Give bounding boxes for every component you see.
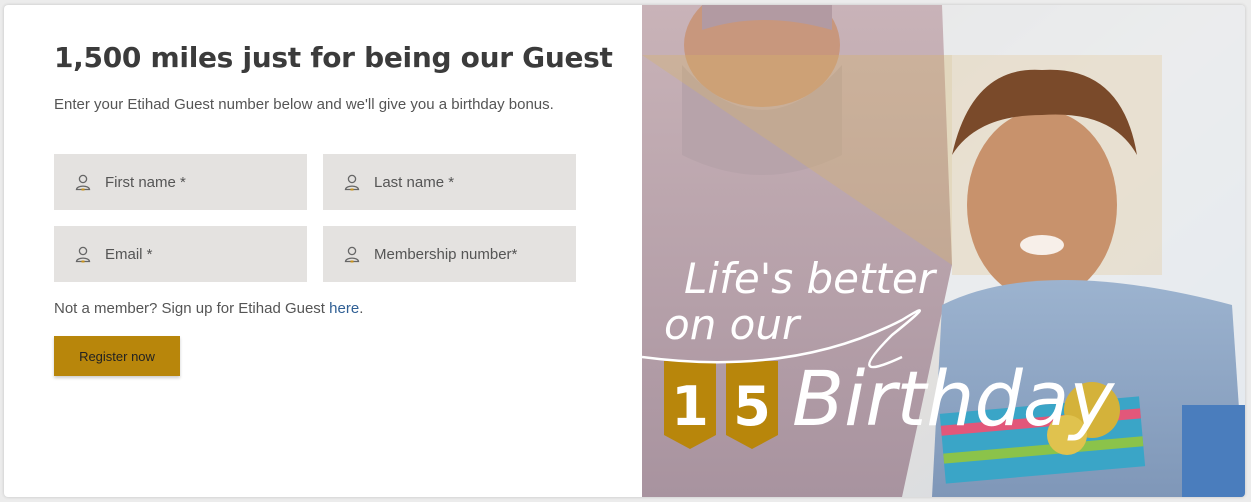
promo-subtitle: Enter your Etihad Guest number below and… xyxy=(54,96,554,113)
signup-prefix: Not a member? Sign up for Etihad Guest xyxy=(54,300,330,317)
slogan-line-2: on our xyxy=(664,300,802,349)
user-icon xyxy=(74,245,92,263)
user-icon xyxy=(74,173,92,191)
promo-title: 1,500 miles just for being our Guest xyxy=(54,41,613,74)
email-placeholder: Email * xyxy=(105,245,153,263)
slogan-script: Birthday xyxy=(792,354,1115,443)
last-name-placeholder: Last name * xyxy=(374,173,455,191)
register-button[interactable]: Register now xyxy=(54,336,180,376)
signup-link[interactable]: here xyxy=(329,300,359,317)
last-name-field[interactable]: Last name * xyxy=(323,154,576,210)
signup-suffix: . xyxy=(359,300,364,317)
badge-digit-one: 1 xyxy=(671,375,709,438)
user-icon xyxy=(343,173,361,191)
badge-digit-five: 5 xyxy=(733,375,771,438)
email-field[interactable]: Email * xyxy=(54,226,307,282)
registration-panel: 1,500 miles just for being our Guest Ent… xyxy=(4,5,642,497)
first-name-placeholder: First name * xyxy=(105,173,186,191)
user-icon xyxy=(343,245,361,263)
membership-number-field[interactable]: Membership number* xyxy=(323,226,576,282)
promo-card: 1,500 miles just for being our Guest Ent… xyxy=(4,5,1245,497)
membership-number-placeholder: Membership number* xyxy=(374,245,518,263)
first-name-field[interactable]: First name * xyxy=(54,154,307,210)
slogan-line-1: Life's better xyxy=(684,254,938,303)
birthday-banner-image: 1 5 Life's better on our Birthday xyxy=(642,5,1245,497)
signup-text: Not a member? Sign up for Etihad Guest h… xyxy=(54,300,363,317)
